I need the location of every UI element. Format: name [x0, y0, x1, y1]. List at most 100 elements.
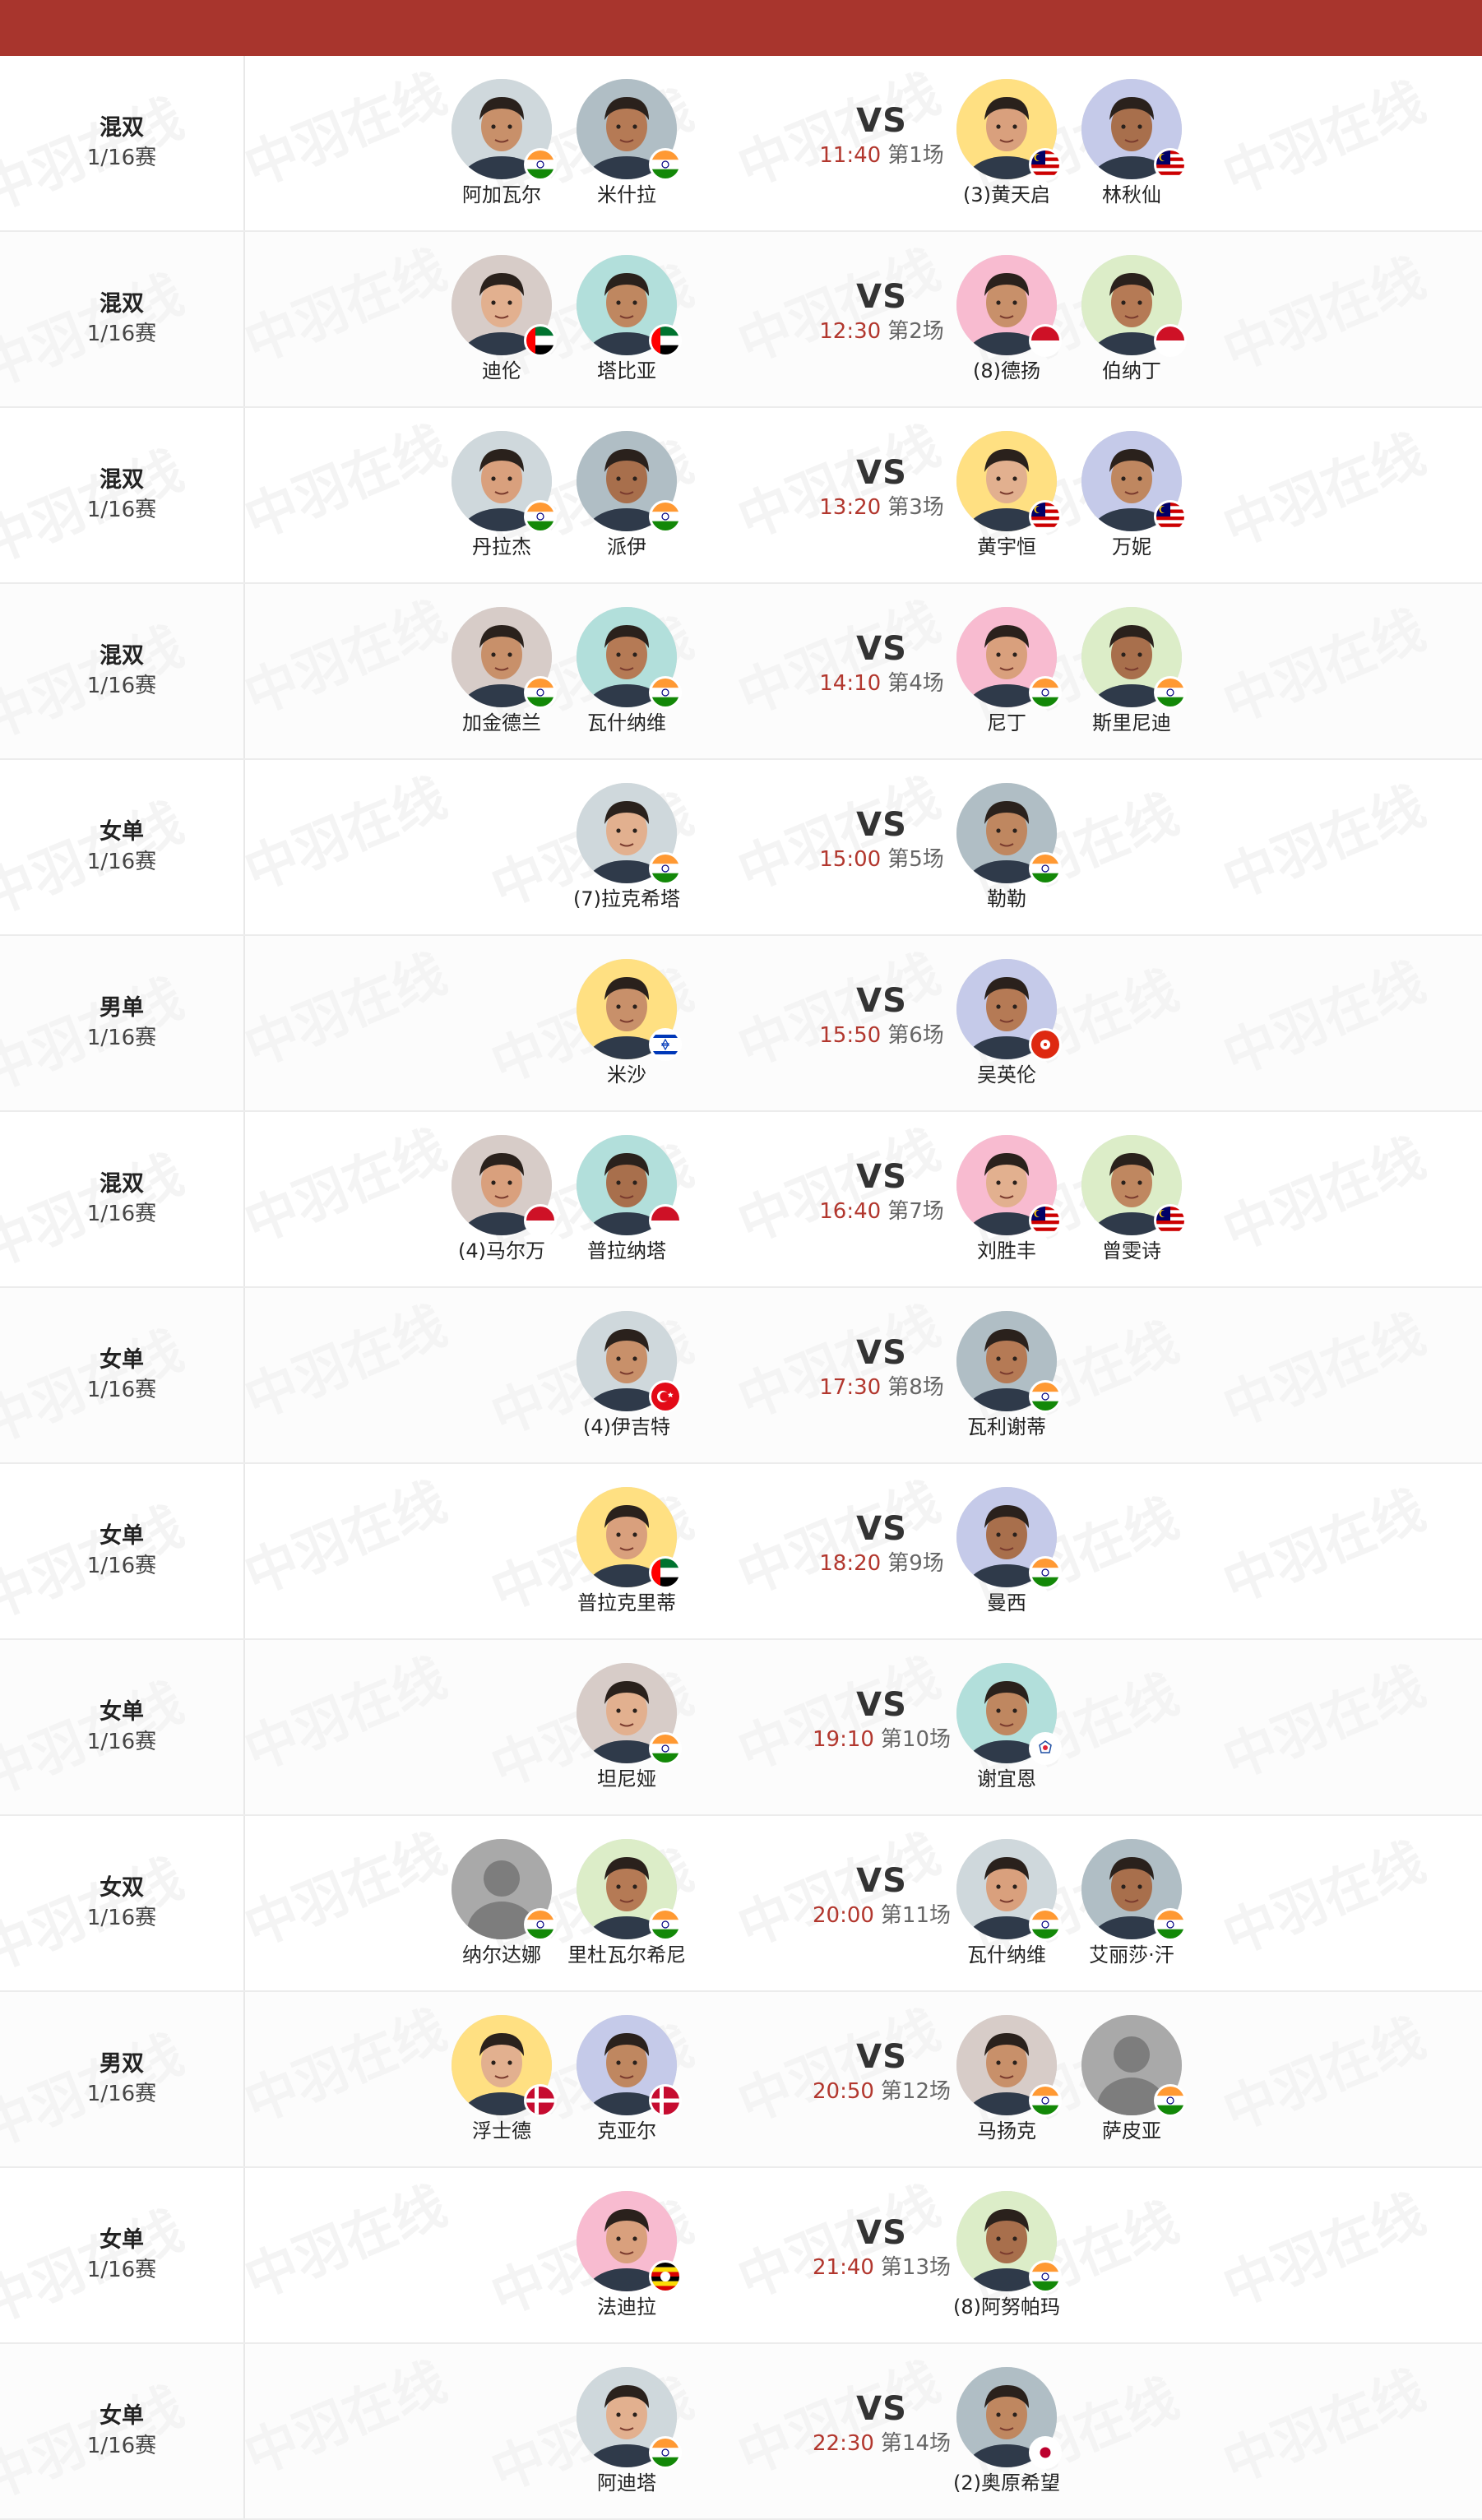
- match-row[interactable]: 中羽在线中羽在线中羽在线中羽在线中羽在线中羽在线混双1/16赛阿加瓦尔米什拉(3…: [0, 56, 1482, 232]
- left-player[interactable]: 米沙: [553, 959, 701, 1087]
- player-name[interactable]: 米沙: [553, 1063, 701, 1087]
- player-avatar[interactable]: [1081, 1135, 1187, 1237]
- player-avatar[interactable]: [452, 255, 557, 357]
- player-name[interactable]: 克亚尔: [553, 2119, 701, 2143]
- right-player[interactable]: 曾雯诗: [1058, 1135, 1206, 1263]
- player-name[interactable]: (7)拉克希塔: [553, 887, 701, 911]
- match-row[interactable]: 中羽在线中羽在线中羽在线中羽在线中羽在线中羽在线女双1/16赛纳尔达娜里杜瓦尔希…: [0, 1816, 1482, 1992]
- player-avatar[interactable]: [956, 1135, 1062, 1237]
- player-avatar[interactable]: [577, 607, 682, 709]
- player-name[interactable]: 派伊: [553, 535, 701, 559]
- player-name[interactable]: 万妮: [1058, 535, 1206, 559]
- player-avatar[interactable]: [1081, 255, 1187, 357]
- match-row[interactable]: 中羽在线中羽在线中羽在线中羽在线中羽在线中羽在线混双1/16赛丹拉杰派伊黄宇恒万…: [0, 408, 1482, 584]
- player-avatar[interactable]: [1081, 607, 1187, 709]
- left-player[interactable]: 坦尼娅: [553, 1663, 701, 1791]
- match-row[interactable]: 中羽在线中羽在线中羽在线中羽在线中羽在线中羽在线混双1/16赛迪伦塔比亚(8)德…: [0, 232, 1482, 408]
- player-avatar[interactable]: [577, 1487, 682, 1589]
- left-player[interactable]: (4)伊吉特: [553, 1311, 701, 1439]
- player-avatar[interactable]: [956, 431, 1062, 533]
- match-row[interactable]: 中羽在线中羽在线中羽在线中羽在线中羽在线中羽在线混双1/16赛(4)马尔万普拉纳…: [0, 1112, 1482, 1288]
- player-name[interactable]: 林秋仙: [1058, 183, 1206, 207]
- left-player[interactable]: (7)拉克希塔: [553, 783, 701, 911]
- player-name[interactable]: 瓦利谢蒂: [933, 1415, 1081, 1439]
- player-avatar[interactable]: [1081, 431, 1187, 533]
- player-avatar[interactable]: [956, 1487, 1062, 1589]
- player-avatar[interactable]: [577, 1839, 682, 1941]
- player-avatar[interactable]: [956, 2015, 1062, 2117]
- player-avatar[interactable]: [577, 783, 682, 885]
- right-player[interactable]: 伯纳丁: [1058, 255, 1206, 383]
- player-name[interactable]: 坦尼娅: [553, 1767, 701, 1791]
- player-name[interactable]: 谢宜恩: [933, 1767, 1081, 1791]
- player-avatar[interactable]: [452, 1135, 557, 1237]
- player-name[interactable]: 普拉纳塔: [553, 1239, 701, 1263]
- match-row[interactable]: 中羽在线中羽在线中羽在线中羽在线中羽在线中羽在线混双1/16赛加金德兰瓦什纳维尼…: [0, 584, 1482, 760]
- left-player[interactable]: 普拉克里蒂: [553, 1487, 701, 1615]
- player-avatar[interactable]: [577, 2191, 682, 2293]
- player-avatar[interactable]: [956, 1839, 1062, 1941]
- player-avatar[interactable]: [452, 431, 557, 533]
- player-name[interactable]: 伯纳丁: [1058, 359, 1206, 383]
- player-avatar[interactable]: [577, 2015, 682, 2117]
- player-avatar[interactable]: [452, 607, 557, 709]
- player-avatar[interactable]: [956, 79, 1062, 181]
- player-avatar[interactable]: [956, 1663, 1062, 1765]
- player-avatar[interactable]: [956, 255, 1062, 357]
- left-player[interactable]: 米什拉: [553, 79, 701, 207]
- player-name[interactable]: 阿迪塔: [553, 2471, 701, 2495]
- player-avatar[interactable]: [577, 1135, 682, 1237]
- player-avatar[interactable]: [577, 255, 682, 357]
- match-row[interactable]: 中羽在线中羽在线中羽在线中羽在线中羽在线中羽在线女单1/16赛法迪拉(8)阿努帕…: [0, 2168, 1482, 2344]
- player-avatar[interactable]: [577, 1311, 682, 1413]
- player-name[interactable]: 萨皮亚: [1058, 2119, 1206, 2143]
- right-player[interactable]: 艾丽莎·汗: [1058, 1839, 1206, 1967]
- player-name[interactable]: 塔比亚: [553, 359, 701, 383]
- left-player[interactable]: 派伊: [553, 431, 701, 559]
- match-row[interactable]: 中羽在线中羽在线中羽在线中羽在线中羽在线中羽在线女单1/16赛普拉克里蒂曼西VS…: [0, 1464, 1482, 1640]
- player-avatar[interactable]: [577, 431, 682, 533]
- player-avatar[interactable]: [956, 2367, 1062, 2469]
- match-row[interactable]: 中羽在线中羽在线中羽在线中羽在线中羽在线中羽在线女单1/16赛坦尼娅谢宜恩VS1…: [0, 1640, 1482, 1816]
- player-name[interactable]: 艾丽莎·汗: [1058, 1943, 1206, 1967]
- player-avatar[interactable]: [452, 79, 557, 181]
- right-player[interactable]: 萨皮亚: [1058, 2015, 1206, 2143]
- player-name[interactable]: 瓦什纳维: [553, 711, 701, 735]
- player-name[interactable]: 斯里尼迪: [1058, 711, 1206, 735]
- left-player[interactable]: 瓦什纳维: [553, 607, 701, 735]
- player-avatar[interactable]: [1081, 2015, 1187, 2117]
- player-avatar[interactable]: [452, 1839, 557, 1941]
- player-name[interactable]: 勒勒: [933, 887, 1081, 911]
- right-player[interactable]: 斯里尼迪: [1058, 607, 1206, 735]
- match-row[interactable]: 中羽在线中羽在线中羽在线中羽在线中羽在线中羽在线女单1/16赛(4)伊吉特瓦利谢…: [0, 1288, 1482, 1464]
- player-name[interactable]: (2)奥原希望: [933, 2471, 1081, 2495]
- player-avatar[interactable]: [577, 959, 682, 1061]
- left-player[interactable]: 塔比亚: [553, 255, 701, 383]
- left-player[interactable]: 阿迪塔: [553, 2367, 701, 2495]
- player-avatar[interactable]: [577, 1663, 682, 1765]
- left-player[interactable]: 法迪拉: [553, 2191, 701, 2319]
- player-avatar[interactable]: [956, 1311, 1062, 1413]
- player-avatar[interactable]: [956, 607, 1062, 709]
- match-row[interactable]: 中羽在线中羽在线中羽在线中羽在线中羽在线中羽在线女单1/16赛(7)拉克希塔勒勒…: [0, 760, 1482, 936]
- player-avatar[interactable]: [1081, 1839, 1187, 1941]
- player-avatar[interactable]: [577, 2367, 682, 2469]
- right-player[interactable]: 林秋仙: [1058, 79, 1206, 207]
- player-name[interactable]: 吴英伦: [933, 1063, 1081, 1087]
- player-name[interactable]: (4)伊吉特: [553, 1415, 701, 1439]
- match-row[interactable]: 中羽在线中羽在线中羽在线中羽在线中羽在线中羽在线男双1/16赛浮士德克亚尔马扬克…: [0, 1992, 1482, 2168]
- player-name[interactable]: 米什拉: [553, 183, 701, 207]
- match-row[interactable]: 中羽在线中羽在线中羽在线中羽在线中羽在线中羽在线女单1/16赛阿迪塔(2)奥原希…: [0, 2344, 1482, 2520]
- left-player[interactable]: 里杜瓦尔希尼: [553, 1839, 701, 1967]
- player-name[interactable]: (8)阿努帕玛: [933, 2295, 1081, 2319]
- player-avatar[interactable]: [1081, 79, 1187, 181]
- player-name[interactable]: 法迪拉: [553, 2295, 701, 2319]
- player-name[interactable]: 曾雯诗: [1058, 1239, 1206, 1263]
- player-name[interactable]: 里杜瓦尔希尼: [553, 1943, 701, 1967]
- player-avatar[interactable]: [956, 783, 1062, 885]
- match-row[interactable]: 中羽在线中羽在线中羽在线中羽在线中羽在线中羽在线男单1/16赛米沙吴英伦VS15…: [0, 936, 1482, 1112]
- right-player[interactable]: 万妮: [1058, 431, 1206, 559]
- player-name[interactable]: 普拉克里蒂: [553, 1591, 701, 1615]
- player-avatar[interactable]: [577, 79, 682, 181]
- player-name[interactable]: 曼西: [933, 1591, 1081, 1615]
